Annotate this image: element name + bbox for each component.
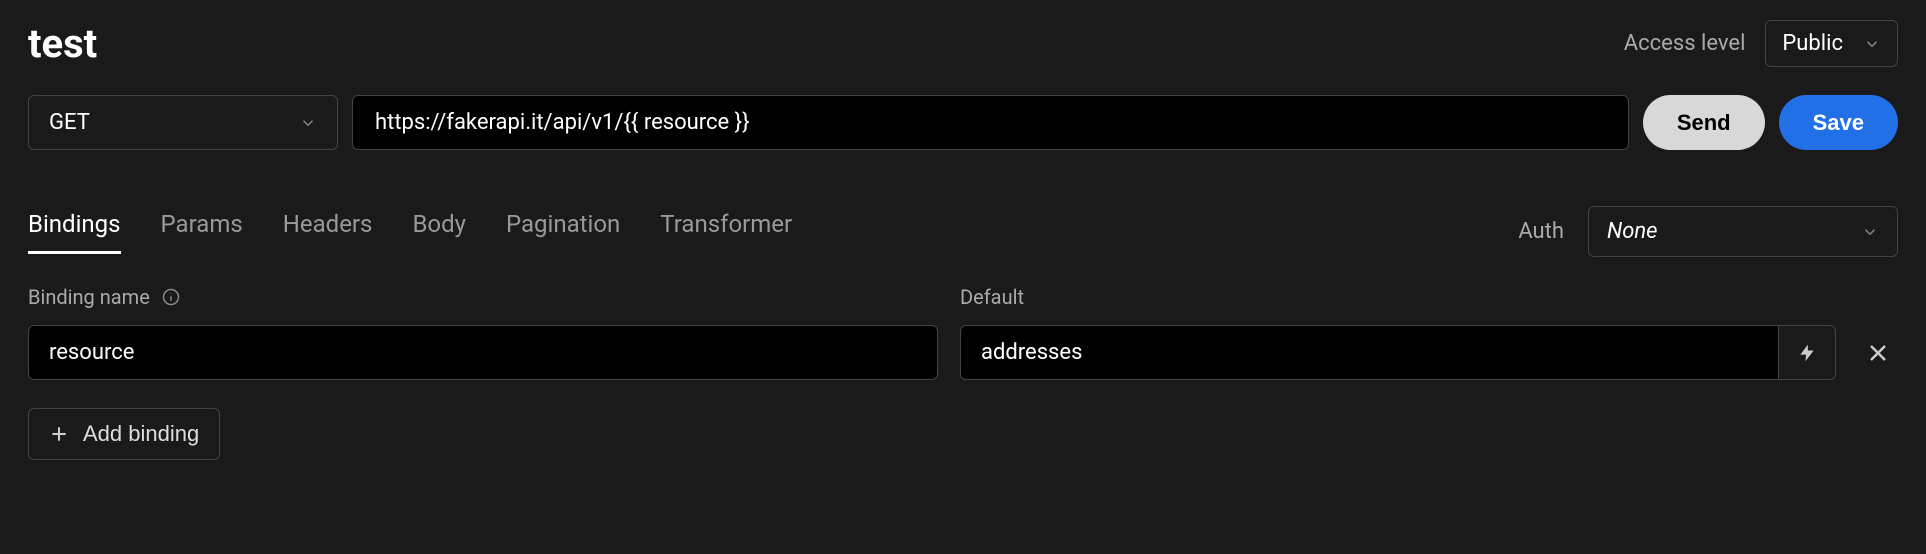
binding-name-text: Binding name <box>28 285 150 309</box>
add-binding-button[interactable]: Add binding <box>28 408 220 460</box>
auth-label: Auth <box>1518 219 1564 244</box>
http-method-value: GET <box>49 110 90 135</box>
info-icon <box>162 288 180 306</box>
access-level-label: Access level <box>1624 31 1746 56</box>
chevron-down-icon <box>1863 35 1881 53</box>
auth-group: Auth None <box>1518 206 1898 257</box>
tab-body[interactable]: Body <box>412 210 466 254</box>
remove-binding-button[interactable] <box>1858 341 1898 365</box>
access-level-select[interactable]: Public <box>1765 20 1898 67</box>
binding-name-input[interactable] <box>28 325 938 380</box>
auth-select[interactable]: None <box>1588 206 1898 257</box>
access-level-value: Public <box>1782 31 1843 56</box>
tabs: Bindings Params Headers Body Pagination … <box>28 210 792 254</box>
tab-transformer[interactable]: Transformer <box>660 210 792 254</box>
bolt-icon <box>1797 341 1817 365</box>
http-method-select[interactable]: GET <box>28 95 338 150</box>
plus-icon <box>49 424 69 444</box>
tab-bindings[interactable]: Bindings <box>28 210 121 254</box>
access-level-group: Access level Public <box>1624 20 1898 67</box>
add-binding-label: Add binding <box>83 421 199 447</box>
send-button[interactable]: Send <box>1643 95 1765 150</box>
page-title: test <box>28 20 97 67</box>
bolt-button[interactable] <box>1778 325 1836 380</box>
auth-value: None <box>1607 219 1658 244</box>
chevron-down-icon <box>299 114 317 132</box>
tab-pagination[interactable]: Pagination <box>506 210 620 254</box>
default-column-label: Default <box>960 285 1024 309</box>
tab-headers[interactable]: Headers <box>283 210 373 254</box>
binding-row <box>28 325 1898 380</box>
url-input[interactable] <box>352 95 1629 150</box>
tab-params[interactable]: Params <box>161 210 243 254</box>
binding-name-column-label: Binding name <box>28 285 938 309</box>
binding-default-input[interactable] <box>960 325 1778 380</box>
chevron-down-icon <box>1861 223 1879 241</box>
save-button[interactable]: Save <box>1779 95 1898 150</box>
close-icon <box>1866 341 1890 365</box>
